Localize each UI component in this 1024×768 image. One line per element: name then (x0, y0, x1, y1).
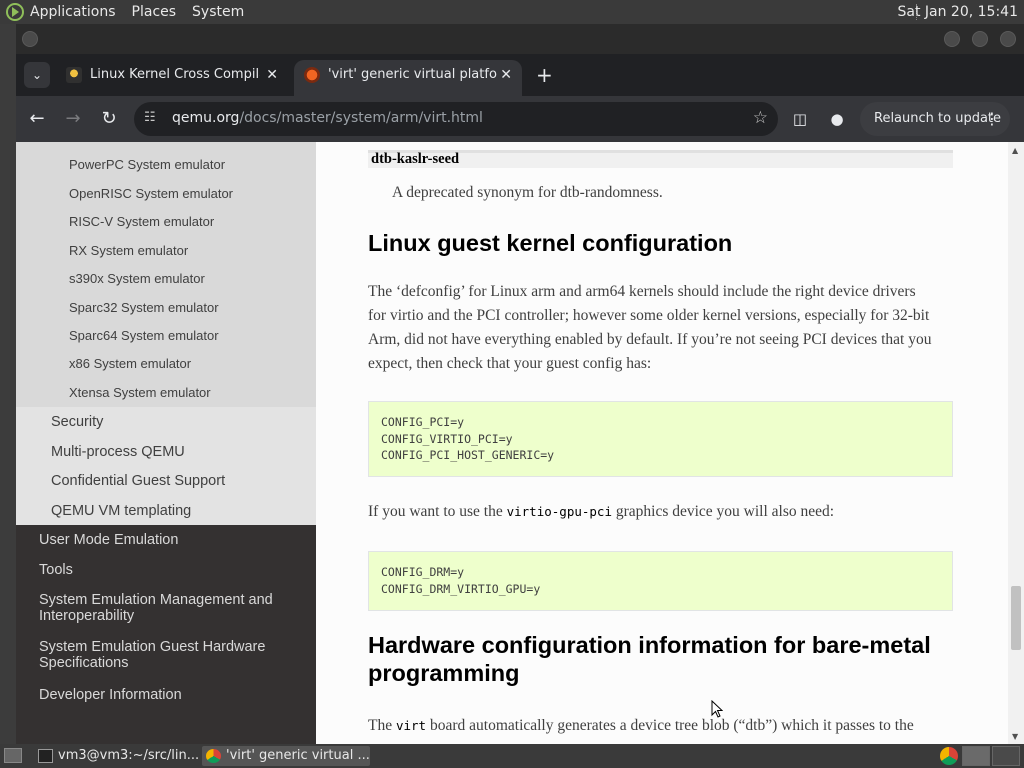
bottom-panel: vm3@vm3:~/src/lin... 'virt' generic virt… (0, 744, 1024, 768)
workspace-1[interactable] (962, 746, 990, 766)
maximize-icon[interactable] (972, 31, 988, 47)
paragraph-text: board automatically generates a device t… (426, 717, 914, 734)
doc-main: dtb-kaslr-seed A deprecated synonym for … (316, 142, 1008, 744)
sidebar-item-riscv[interactable]: RISC-V System emulator (69, 214, 214, 229)
places-menu[interactable]: Places (132, 4, 177, 20)
sidebar-item-powerpc[interactable]: PowerPC System emulator (69, 157, 225, 172)
doc-sidebar: PowerPC System emulator OpenRISC System … (16, 142, 316, 744)
sidebar-item-rx[interactable]: RX System emulator (69, 243, 188, 258)
system-menu[interactable]: System (192, 4, 244, 20)
paragraph-line: for virtio and the PCI controller; howev… (368, 307, 930, 324)
sidebar-item-label: System Emulation Management and (39, 592, 273, 608)
tab-label: 'virt' generic virtual platform (328, 67, 498, 82)
paragraph-line: Arm, did not have everything enabled by … (368, 331, 932, 348)
address-bar[interactable]: ☷ qemu.org/docs/master/system/arm/virt.h… (134, 102, 778, 136)
sidebar-item-sparc64[interactable]: Sparc64 System emulator (69, 328, 219, 343)
workspace-2[interactable] (992, 746, 1020, 766)
side-panel-icon[interactable]: ◫ (789, 108, 811, 130)
gpu-paragraph: If you want to use the virtio-gpu-pci gr… (368, 500, 958, 524)
penguin-favicon-icon (66, 67, 82, 83)
bookmark-star-icon[interactable]: ☆ (753, 108, 768, 128)
sidebar-item-openrisc[interactable]: OpenRISC System emulator (69, 186, 233, 201)
paragraph-text: The (368, 717, 396, 734)
sidebar-item-tools[interactable]: Tools (39, 562, 73, 578)
sidebar-item-multiprocess[interactable]: Multi-process QEMU (51, 444, 185, 460)
definition-term: dtb-kaslr-seed (371, 151, 460, 167)
page-content: PowerPC System emulator OpenRISC System … (16, 142, 1024, 744)
browser-toolbar: ← → ↻ ☷ qemu.org/docs/master/system/arm/… (16, 96, 1024, 142)
new-tab-plus-icon[interactable]: + (536, 62, 553, 88)
sidebar-item-label: Interoperability (39, 608, 135, 624)
top-panel: Applications Places System Sat Jan 20, 1… (0, 0, 1024, 24)
paragraph-text: If you want to use the (368, 503, 507, 520)
sidebar-item-user-mode[interactable]: User Mode Emulation (39, 532, 178, 548)
scrollbar-thumb[interactable] (1011, 586, 1021, 650)
browser-window: ⌄ Linux Kernel Cross Compilation ✕ 'virt… (16, 24, 1024, 744)
inline-code: virtio-gpu-pci (506, 504, 612, 519)
mouse-pointer-icon (711, 700, 723, 718)
title-bar[interactable] (16, 24, 1024, 54)
tab-label: Linux Kernel Cross Compilation (90, 67, 260, 82)
terminal-icon (38, 749, 53, 763)
tab-linux-kernel[interactable]: Linux Kernel Cross Compilation ✕ (56, 60, 288, 96)
code-block-drm-config[interactable]: CONFIG_DRM=y CONFIG_DRM_VIRTIO_GPU=y (368, 551, 953, 611)
paragraph-line: The ‘defconfig’ for Linux arm and arm64 … (368, 283, 916, 300)
sidebar-item-vm-templating[interactable]: QEMU VM templating (51, 503, 191, 519)
section-heading-kernel-config: Linux guest kernel configuration (368, 230, 733, 256)
sidebar-item-s390x[interactable]: s390x System emulator (69, 271, 205, 286)
definition-description: A deprecated synonym for dtb-randomness. (392, 184, 663, 201)
sidebar-item-xtensa[interactable]: Xtensa System emulator (69, 385, 211, 400)
kernel-config-paragraph: The ‘defconfig’ for Linux arm and arm64 … (368, 280, 958, 376)
qemu-favicon-icon (304, 67, 320, 83)
menu-dots-icon[interactable]: ⋮ (984, 102, 1000, 136)
taskbar-terminal[interactable]: vm3@vm3:~/src/lin... (34, 746, 200, 766)
heading-line: programming (368, 660, 520, 686)
close-tab-icon[interactable]: ✕ (266, 60, 278, 90)
sidebar-item-sparc32[interactable]: Sparc32 System emulator (69, 300, 219, 315)
close-window-icon[interactable] (1000, 31, 1016, 47)
gnome-logo-icon[interactable] (6, 3, 24, 21)
tab-strip: ⌄ Linux Kernel Cross Compilation ✕ 'virt… (16, 54, 1024, 96)
sidebar-item-x86[interactable]: x86 System emulator (69, 356, 191, 371)
relaunch-button[interactable]: Relaunch to update ⋮ (860, 102, 1010, 136)
heading-line: Hardware configuration information for b… (368, 632, 931, 658)
page-scrollbar[interactable]: ▲ ▼ (1008, 142, 1024, 744)
paragraph-text: graphics device you will also need: (611, 503, 835, 520)
applications-menu[interactable]: Applications (30, 4, 116, 20)
site-info-icon[interactable]: ☷ (144, 110, 160, 126)
chrome-icon (206, 749, 221, 763)
taskbar-browser[interactable]: 'virt' generic virtual ... (202, 746, 370, 766)
sidebar-item-security[interactable]: Security (51, 414, 103, 430)
taskbar-label: vm3@vm3:~/src/lin... (58, 748, 200, 763)
sidebar-item-confidential-guest[interactable]: Confidential Guest Support (51, 473, 225, 489)
back-arrow-icon[interactable]: ← (24, 106, 50, 132)
paragraph-line: expect, then check that your guest confi… (368, 355, 652, 372)
sidebar-item-developer-info[interactable]: Developer Information (39, 687, 182, 703)
sidebar-item-guest-hardware[interactable]: System Emulation Guest Hardware Specific… (39, 639, 265, 671)
clock[interactable]: Sat Jan 20, 15:41 (898, 4, 1019, 20)
section-heading-hardware-config: Hardware configuration information for b… (368, 631, 931, 687)
sidebar-item-label: System Emulation Guest Hardware (39, 639, 266, 655)
close-tab-icon[interactable]: ✕ (500, 60, 512, 90)
inline-code: virt (395, 718, 427, 733)
url-text[interactable]: qemu.org/docs/master/system/arm/virt.htm… (172, 110, 483, 126)
tab-search-chevron-icon[interactable]: ⌄ (24, 62, 50, 88)
sidebar-item-system-management[interactable]: System Emulation Management and Interope… (39, 592, 273, 624)
forward-arrow-icon[interactable]: → (60, 106, 86, 132)
minimize-icon[interactable] (944, 31, 960, 47)
sidebar-item-label: Specifications (39, 655, 129, 671)
scroll-down-icon[interactable]: ▼ (1012, 732, 1018, 741)
dtb-paragraph: The virt board automatically generates a… (368, 714, 988, 738)
tab-virt-platform[interactable]: 'virt' generic virtual platform ✕ (294, 60, 522, 96)
profile-icon[interactable]: ● (826, 108, 848, 130)
code-block-pci-config[interactable]: CONFIG_PCI=y CONFIG_VIRTIO_PCI=y CONFIG_… (368, 401, 953, 477)
show-desktop-icon[interactable] (4, 748, 22, 763)
window-menu-icon[interactable] (22, 31, 38, 47)
scroll-up-icon[interactable]: ▲ (1012, 146, 1018, 155)
taskbar-label: 'virt' generic virtual ... (226, 748, 370, 763)
reload-icon[interactable]: ↻ (96, 106, 122, 132)
tray-chrome-icon[interactable] (940, 747, 958, 765)
